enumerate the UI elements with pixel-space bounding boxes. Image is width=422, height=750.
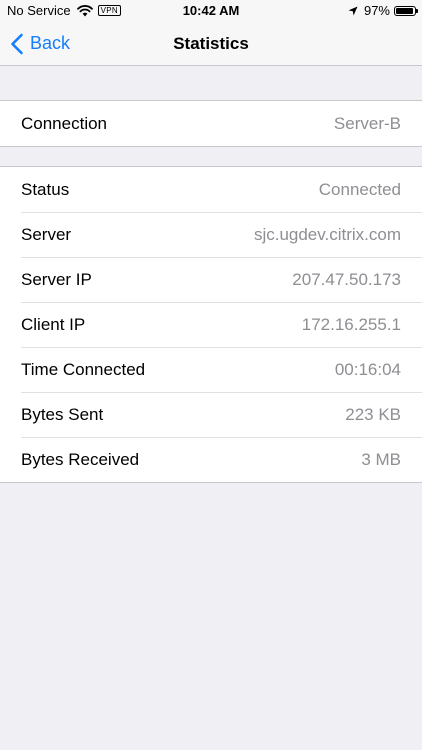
details-section: Status Connected Server sjc.ugdev.citrix… — [0, 166, 422, 483]
row-label: Server IP — [21, 269, 92, 289]
row-value: 207.47.50.173 — [292, 269, 401, 289]
row-label: Status — [21, 179, 70, 199]
client-ip-row: Client IP 172.16.255.1 — [0, 302, 422, 347]
row-value: 00:16:04 — [334, 359, 401, 379]
row-label: Bytes Sent — [21, 404, 104, 424]
row-value: Connected — [318, 179, 401, 199]
bytes-sent-row: Bytes Sent 223 KB — [0, 392, 422, 437]
bytes-received-row: Bytes Received 3 MB — [0, 437, 422, 482]
row-value: 3 MB — [361, 449, 401, 469]
navigation-bar: Back Statistics — [0, 22, 422, 66]
server-row: Server sjc.ugdev.citrix.com — [0, 212, 422, 257]
row-value: Server-B — [333, 113, 401, 133]
row-label: Bytes Received — [21, 449, 140, 469]
row-label: Time Connected — [21, 359, 146, 379]
battery-percent: 97% — [363, 3, 390, 18]
status-bar: No Service VPN 10:42 AM 97% — [0, 0, 422, 22]
row-label: Client IP — [21, 314, 86, 334]
connection-row: Connection Server-B — [0, 101, 422, 146]
time-connected-row: Time Connected 00:16:04 — [0, 347, 422, 392]
battery-fill — [396, 7, 414, 14]
row-label: Server — [21, 224, 72, 244]
server-ip-row: Server IP 207.47.50.173 — [0, 257, 422, 302]
row-value: 172.16.255.1 — [301, 314, 401, 334]
row-value: sjc.ugdev.citrix.com — [253, 224, 401, 244]
connection-section: Connection Server-B — [0, 100, 422, 147]
location-arrow-icon — [348, 6, 358, 15]
battery-icon — [394, 5, 418, 16]
status-row: Status Connected — [0, 167, 422, 212]
status-bar-right: 97% — [348, 3, 418, 18]
page-title: Statistics — [173, 34, 249, 53]
row-label: Connection — [21, 113, 108, 133]
row-value: 223 KB — [345, 404, 401, 424]
